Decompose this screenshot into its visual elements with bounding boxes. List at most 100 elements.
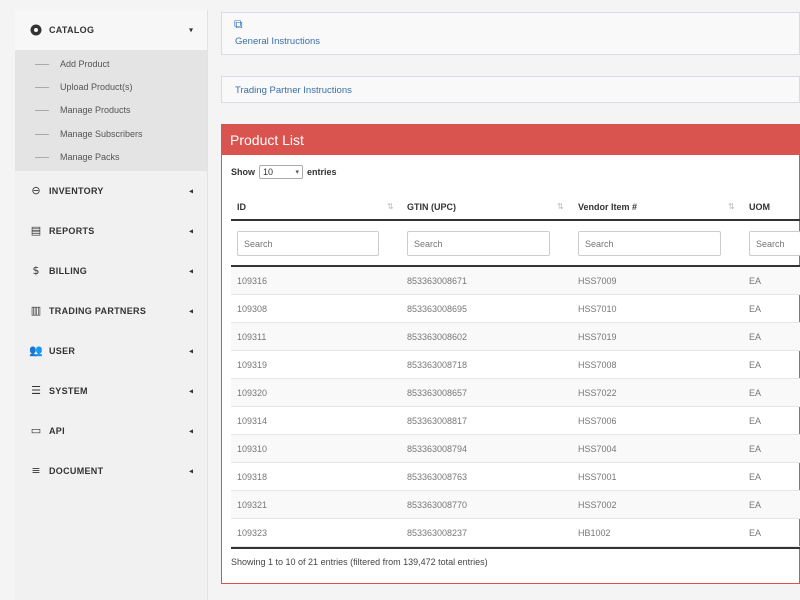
table-row[interactable]: 109319 853363008718 HSS7008 EA [231,351,800,379]
column-header-uom[interactable]: UOM [749,195,770,219]
page-length-select[interactable]: 10 ▾ [259,165,303,179]
table-row[interactable]: 109323 853363008237 HB1002 EA [231,519,800,547]
sidebar-item-label: TRADING PARTNERS [49,305,147,316]
table-cell-uom: EA [749,500,762,510]
chevron-down-icon: ▾ [295,168,299,176]
search-input-uom[interactable] [749,231,800,256]
monitor-icon: ▭ [30,424,42,438]
show-label: Show [231,167,255,177]
sidebar-item-catalog[interactable]: CATALOG ▾ [15,10,207,50]
sidebar-item-label: API [49,425,65,436]
column-header-id[interactable]: ID [237,195,246,219]
billing-icon: $ [32,264,40,278]
table-cell-gtin: 853363008695 [407,304,468,314]
table-bottom-border [231,547,800,549]
table-cell-id: 109321 [237,500,268,510]
table-cell-gtin: 853363008602 [407,332,468,342]
column-header-label: Vendor Item # [578,202,638,212]
table-cell-gtin: 853363008671 [407,276,468,286]
sidebar-item-trading-partners[interactable]: ▥ TRADING PARTNERS ◂ [15,291,207,331]
table-cell-gtin: 853363008718 [407,360,468,370]
chevron-left-icon: ◂ [188,306,193,316]
search-input-id[interactable] [237,231,379,256]
table-row[interactable]: 109314 853363008817 HSS7006 EA [231,407,800,435]
inventory-icon: ⊖ [31,184,41,198]
search-input-vendor-item[interactable] [578,231,721,256]
sort-icon[interactable]: ⇅ [387,202,394,211]
sidebar-item-billing[interactable]: $ BILLING ◂ [15,251,207,291]
table-cell-gtin: 853363008657 [407,388,468,398]
table-cell-uom: EA [749,332,762,342]
table-cell-gtin: 853363008794 [407,444,468,454]
page-length-control: Show 10 ▾ entries [231,165,337,179]
sidebar-subitem-label: Manage Packs [60,152,120,163]
sidebar-item-inventory[interactable]: ⊖ INVENTORY ◂ [15,171,207,211]
sidebar-item-api[interactable]: ▭ API ◂ [15,411,207,451]
entries-label: entries [307,167,337,177]
column-header-gtin[interactable]: GTIN (UPC) [407,195,456,219]
table-cell-id: 109318 [237,472,268,482]
chevron-left-icon: ◂ [188,186,193,196]
table-cell-gtin: 853363008763 [407,472,468,482]
column-header-label: UOM [749,202,770,212]
table-cell-uom: EA [749,388,762,398]
general-instructions-box: ⧉ General Instructions [221,12,800,55]
column-header-label: ID [237,202,246,212]
database-icon: ☰ [31,384,41,398]
column-header-label: GTIN (UPC) [407,202,456,212]
list-icon: ≡ [31,464,41,478]
table-cell-gtin: 853363008770 [407,500,468,510]
table-cell-vendor: HSS7022 [578,388,617,398]
sort-icon[interactable]: ⇅ [557,202,564,211]
table-cell-uom: EA [749,472,762,482]
trading-partner-instructions-link[interactable]: Trading Partner Instructions [235,85,352,96]
sidebar-item-label: DOCUMENT [49,465,104,476]
table-row[interactable]: 109318 853363008763 HSS7001 EA [231,463,800,491]
table-row[interactable]: 109321 853363008770 HSS7002 EA [231,491,800,519]
sidebar-item-reports[interactable]: ▤ REPORTS ◂ [15,211,207,251]
search-input-gtin[interactable] [407,231,550,256]
general-instructions-link[interactable]: General Instructions [235,36,320,47]
table-cell-id: 109314 [237,416,268,426]
sidebar-subitem[interactable]: Manage Subscribers [15,122,207,145]
page-length-value: 10 [263,167,274,177]
sidebar-subitem[interactable]: Manage Packs [15,146,207,169]
sidebar-item-label: REPORTS [49,225,95,236]
sidebar-item-system[interactable]: ☰ SYSTEM ◂ [15,371,207,411]
table-row[interactable]: 109308 853363008695 HSS7010 EA [231,295,800,323]
chevron-left-icon: ◂ [188,266,193,276]
sort-icon[interactable]: ⇅ [728,202,735,211]
table-cell-uom: EA [749,276,762,286]
external-link-icon[interactable]: ⧉ [234,17,243,32]
table-cell-vendor: HSS7009 [578,276,617,286]
catalog-submenu: Add Product Upload Product(s) Manage Produ… [15,50,207,171]
table-row[interactable]: 109316 853363008671 HSS7009 EA [231,267,800,295]
panel-title: Product List [230,132,304,148]
column-filter-row [231,223,800,267]
building-icon: ▥ [30,304,42,318]
table-row[interactable]: 109310 853363008794 HSS7004 EA [231,435,800,463]
table-cell-uom: EA [749,444,762,454]
table-cell-id: 109320 [237,388,268,398]
sidebar-item-user[interactable]: 👥 USER ◂ [15,331,207,371]
table-cell-uom: EA [749,528,762,538]
chevron-down-icon: ▾ [188,25,193,35]
table-cell-id: 109319 [237,360,268,370]
chevron-left-icon: ◂ [188,386,193,396]
reports-icon: ▤ [30,224,42,238]
users-icon: 👥 [29,344,43,358]
table-row[interactable]: 109320 853363008657 HSS7022 EA [231,379,800,407]
sidebar-subitem[interactable]: Upload Product(s) [15,75,207,98]
sidebar-item-label: BILLING [49,265,88,276]
sidebar-nav-list: ⊖ INVENTORY ◂ ▤ REPORTS ◂ $ BILLING ◂ ▥ TRADING PA… [15,171,207,491]
catalog-icon [29,23,43,37]
column-header-vendor-item[interactable]: Vendor Item # [578,195,637,219]
sidebar-subitem-label: Add Product [60,58,110,69]
table-cell-id: 109311 [237,332,267,342]
sidebar-subitem[interactable]: Manage Products [15,99,207,122]
table-header: ID ⇅ GTIN (UPC) ⇅ Vendor Item # ⇅ UOM [231,195,800,221]
chevron-left-icon: ◂ [188,426,193,436]
sidebar-subitem[interactable]: Add Product [15,52,207,75]
table-row[interactable]: 109311 853363008602 HSS7019 EA [231,323,800,351]
sidebar-item-document[interactable]: ≡ DOCUMENT ◂ [15,451,207,491]
